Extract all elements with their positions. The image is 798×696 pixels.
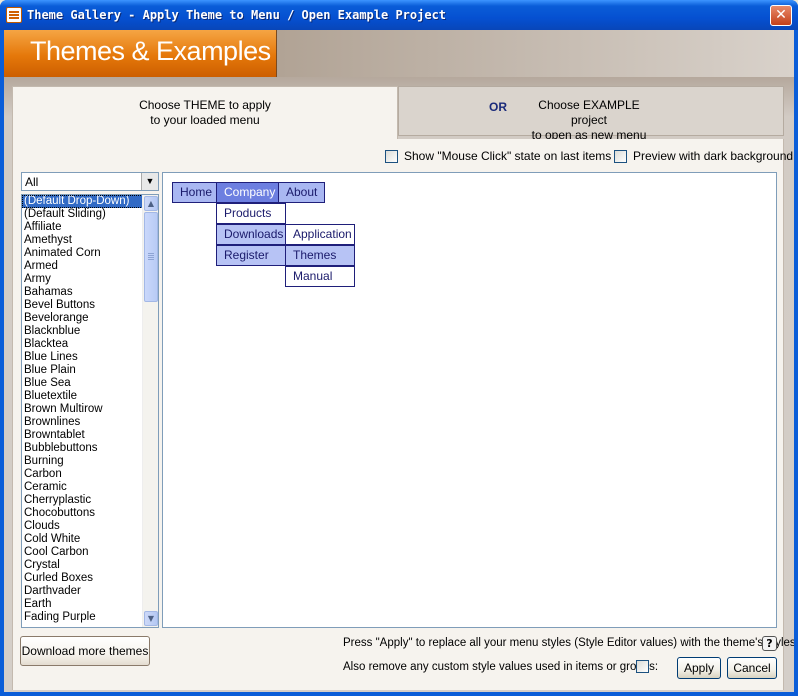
theme-list-item[interactable]: Bevel Buttons (22, 299, 143, 312)
theme-list-item[interactable]: Blue Lines (22, 351, 143, 364)
theme-list-item[interactable]: Cool Carbon (22, 546, 143, 559)
apply-button[interactable]: Apply (677, 657, 721, 679)
scroll-down-icon[interactable]: ▼ (144, 611, 158, 626)
window-title: Theme Gallery - Apply Theme to Menu / Op… (27, 8, 447, 22)
theme-list-item[interactable]: Affiliate (22, 221, 143, 234)
banner: Themes & Examples (4, 30, 794, 77)
theme-list-items: (Default Drop-Down) (Default Sliding) Affi… (22, 195, 143, 624)
title-bar[interactable]: Theme Gallery - Apply Theme to Menu / Op… (0, 0, 798, 30)
download-more-themes-button[interactable]: Download more themes (20, 636, 150, 666)
theme-list-item[interactable]: Ceramic (22, 481, 143, 494)
theme-list-item[interactable]: Cherryplastic (22, 494, 143, 507)
theme-list-item[interactable]: Blacktea (22, 338, 143, 351)
tab-example-label: Choose EXAMPLE project to open as new me… (519, 98, 659, 143)
theme-list-item[interactable]: (Default Sliding) (22, 208, 143, 221)
menu-preview: Home Company About Products Downloads Re… (162, 172, 777, 628)
dark-background-option[interactable]: Preview with dark background (614, 149, 793, 163)
theme-list-item[interactable]: Browntablet (22, 429, 143, 442)
theme-filter-value: All (25, 175, 39, 189)
theme-list-item[interactable]: Bubblebuttons (22, 442, 143, 455)
scroll-thumb[interactable] (144, 212, 158, 302)
preview-submenu-manual[interactable]: Manual (285, 266, 355, 287)
scroll-up-icon[interactable]: ▲ (144, 196, 158, 211)
theme-list-item[interactable]: Blue Plain (22, 364, 143, 377)
grip-icon (148, 253, 154, 254)
theme-list-item[interactable]: Brownlines (22, 416, 143, 429)
remove-custom-label: Also remove any custom style values used… (343, 661, 659, 673)
theme-list-item[interactable]: (Default Drop-Down) (22, 195, 143, 208)
theme-list[interactable]: (Default Drop-Down) (Default Sliding) Affi… (21, 194, 159, 628)
theme-list-item[interactable]: Brown Multirow (22, 403, 143, 416)
theme-list-item[interactable]: Cold White (22, 533, 143, 546)
remove-custom-checkbox[interactable] (636, 660, 649, 673)
theme-list-item[interactable]: Amethyst (22, 234, 143, 247)
theme-filter-select[interactable]: All ▼ (21, 172, 159, 191)
theme-list-item[interactable]: Bahamas (22, 286, 143, 299)
tab-choose-theme[interactable]: Choose THEME to apply to your loaded men… (12, 86, 398, 140)
mouse-click-checkbox[interactable] (385, 149, 398, 163)
tab-theme-line1: Choose THEME to apply (139, 98, 271, 112)
theme-list-item[interactable]: Carbon (22, 468, 143, 481)
theme-list-item[interactable]: Army (22, 273, 143, 286)
or-label: OR (489, 100, 507, 114)
preview-submenu-register[interactable]: Register (216, 245, 286, 266)
theme-list-item[interactable]: Clouds (22, 520, 143, 533)
banner-title: Themes & Examples (30, 36, 271, 66)
theme-list-item[interactable]: Crystal (22, 559, 143, 572)
theme-list-item[interactable]: Fading Purple (22, 611, 143, 624)
app-icon (6, 7, 22, 23)
mouse-click-label: Show "Mouse Click" state on last items (404, 149, 612, 163)
preview-submenu-application[interactable]: Application (285, 224, 355, 245)
theme-list-item[interactable]: Blacknblue (22, 325, 143, 338)
theme-list-item[interactable]: Chocobuttons (22, 507, 143, 520)
preview-submenu-themes[interactable]: Themes (285, 245, 355, 266)
preview-submenu-products[interactable]: Products (216, 203, 286, 224)
tab-choose-example[interactable]: OR Choose EXAMPLE project to open as new… (398, 86, 784, 142)
theme-gallery-window: Theme Gallery - Apply Theme to Menu / Op… (0, 0, 798, 696)
preview-menu-company[interactable]: Company (216, 182, 279, 203)
theme-list-item[interactable]: Darthvader (22, 585, 143, 598)
theme-list-item[interactable]: Bluetextile (22, 390, 143, 403)
theme-list-item[interactable]: Curled Boxes (22, 572, 143, 585)
mouse-click-option[interactable]: Show "Mouse Click" state on last items (385, 149, 611, 163)
theme-list-item[interactable]: Earth (22, 598, 143, 611)
dark-background-checkbox[interactable] (614, 149, 627, 163)
close-button[interactable]: ✕ (770, 5, 792, 26)
preview-submenu-downloads[interactable]: Downloads (216, 224, 286, 245)
cancel-button[interactable]: Cancel (727, 657, 777, 679)
theme-list-item[interactable]: Burning (22, 455, 143, 468)
preview-menu-home[interactable]: Home (172, 182, 217, 203)
dark-background-label: Preview with dark background (633, 149, 794, 163)
theme-list-item[interactable]: Animated Corn (22, 247, 143, 260)
tab-theme-line2: to your loaded menu (150, 113, 260, 127)
tab-example-line1: Choose EXAMPLE project (538, 98, 640, 127)
help-icon[interactable]: ? (762, 636, 777, 651)
preview-menu-about[interactable]: About (278, 182, 325, 203)
dialog-client-area: Themes & Examples Choose THEME to apply … (4, 30, 794, 692)
theme-list-item[interactable]: Bevelorange (22, 312, 143, 325)
apply-note: Press "Apply" to replace all your menu s… (343, 637, 794, 649)
chevron-down-icon[interactable]: ▼ (141, 173, 158, 190)
theme-list-item[interactable]: Armed (22, 260, 143, 273)
theme-list-scrollbar[interactable]: ▲ ▼ (142, 195, 158, 627)
banner-header: Themes & Examples (4, 30, 277, 77)
theme-list-item[interactable]: Blue Sea (22, 377, 143, 390)
